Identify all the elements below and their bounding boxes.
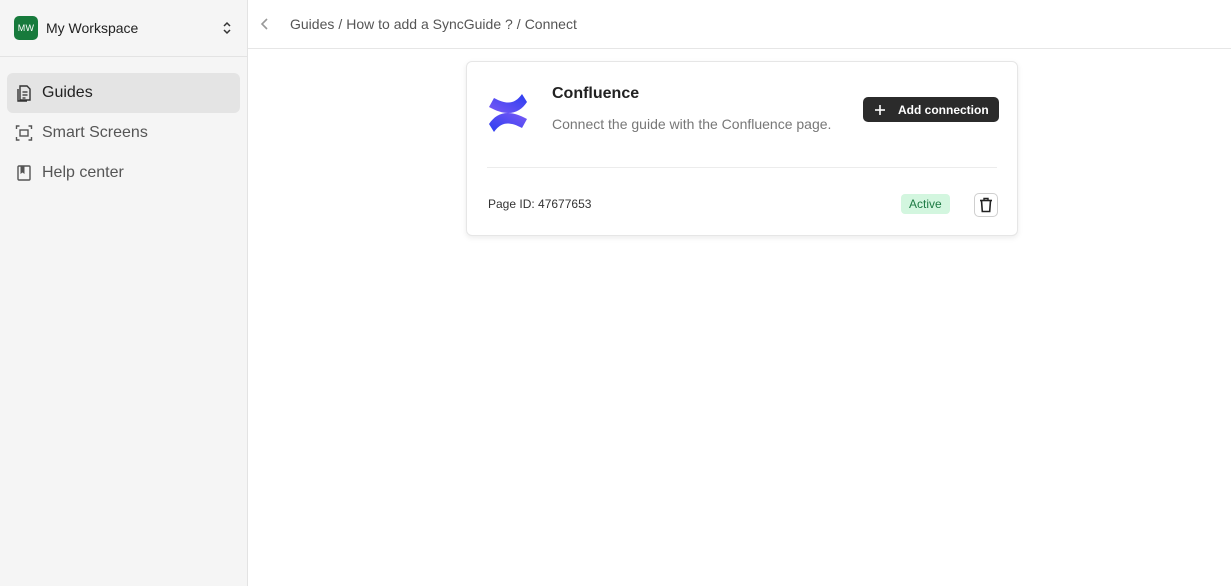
- status-badge: Active: [901, 194, 950, 214]
- workspace-switcher[interactable]: MW My Workspace: [0, 0, 247, 57]
- add-connection-label: Add connection: [898, 102, 989, 117]
- breadcrumb-guide[interactable]: How to add a SyncGuide ?: [346, 16, 513, 32]
- plus-icon: [874, 104, 886, 116]
- book-icon: [15, 164, 33, 182]
- chevron-left-icon[interactable]: [258, 17, 272, 31]
- breadcrumb-guides[interactable]: Guides: [290, 16, 334, 32]
- sidebar: MW My Workspace Guides Smart Screens Hel…: [0, 0, 248, 586]
- delete-connection-button[interactable]: [974, 193, 998, 217]
- app-root: MW My Workspace Guides Smart Screens Hel…: [0, 0, 1231, 586]
- top-bar: Guides / How to add a SyncGuide ? / Conn…: [248, 0, 1231, 49]
- sidebar-item-label: Help center: [42, 164, 124, 181]
- integration-card: Confluence Connect the guide with the Co…: [466, 61, 1018, 236]
- document-icon: [15, 84, 33, 102]
- chevron-up-down-icon: [221, 20, 233, 36]
- sidebar-item-smart-screens[interactable]: Smart Screens: [7, 113, 240, 153]
- screen-capture-icon: [15, 124, 33, 142]
- page-id: Page ID: 47677653: [488, 197, 592, 211]
- breadcrumb-separator: /: [338, 16, 343, 32]
- breadcrumb-current: Connect: [524, 16, 577, 32]
- workspace-avatar: MW: [14, 16, 38, 40]
- breadcrumb-separator: /: [516, 16, 521, 32]
- sidebar-nav: Guides Smart Screens Help center: [0, 57, 247, 193]
- workspace-name: My Workspace: [46, 20, 139, 36]
- card-divider: [487, 167, 997, 168]
- card-description: Connect the guide with the Confluence pa…: [552, 116, 832, 132]
- breadcrumb: Guides / How to add a SyncGuide ? / Conn…: [290, 16, 577, 32]
- sidebar-item-label: Guides: [42, 84, 93, 101]
- sidebar-item-label: Smart Screens: [42, 124, 148, 141]
- main-content: Guides / How to add a SyncGuide ? / Conn…: [248, 0, 1231, 586]
- add-connection-button[interactable]: Add connection: [863, 97, 999, 122]
- card-header: Confluence Connect the guide with the Co…: [467, 62, 1017, 167]
- confluence-logo-icon: [487, 92, 529, 134]
- sidebar-item-help-center[interactable]: Help center: [7, 153, 240, 193]
- sidebar-item-guides[interactable]: Guides: [7, 73, 240, 113]
- trash-icon: [979, 197, 993, 213]
- card-title: Confluence: [552, 85, 640, 102]
